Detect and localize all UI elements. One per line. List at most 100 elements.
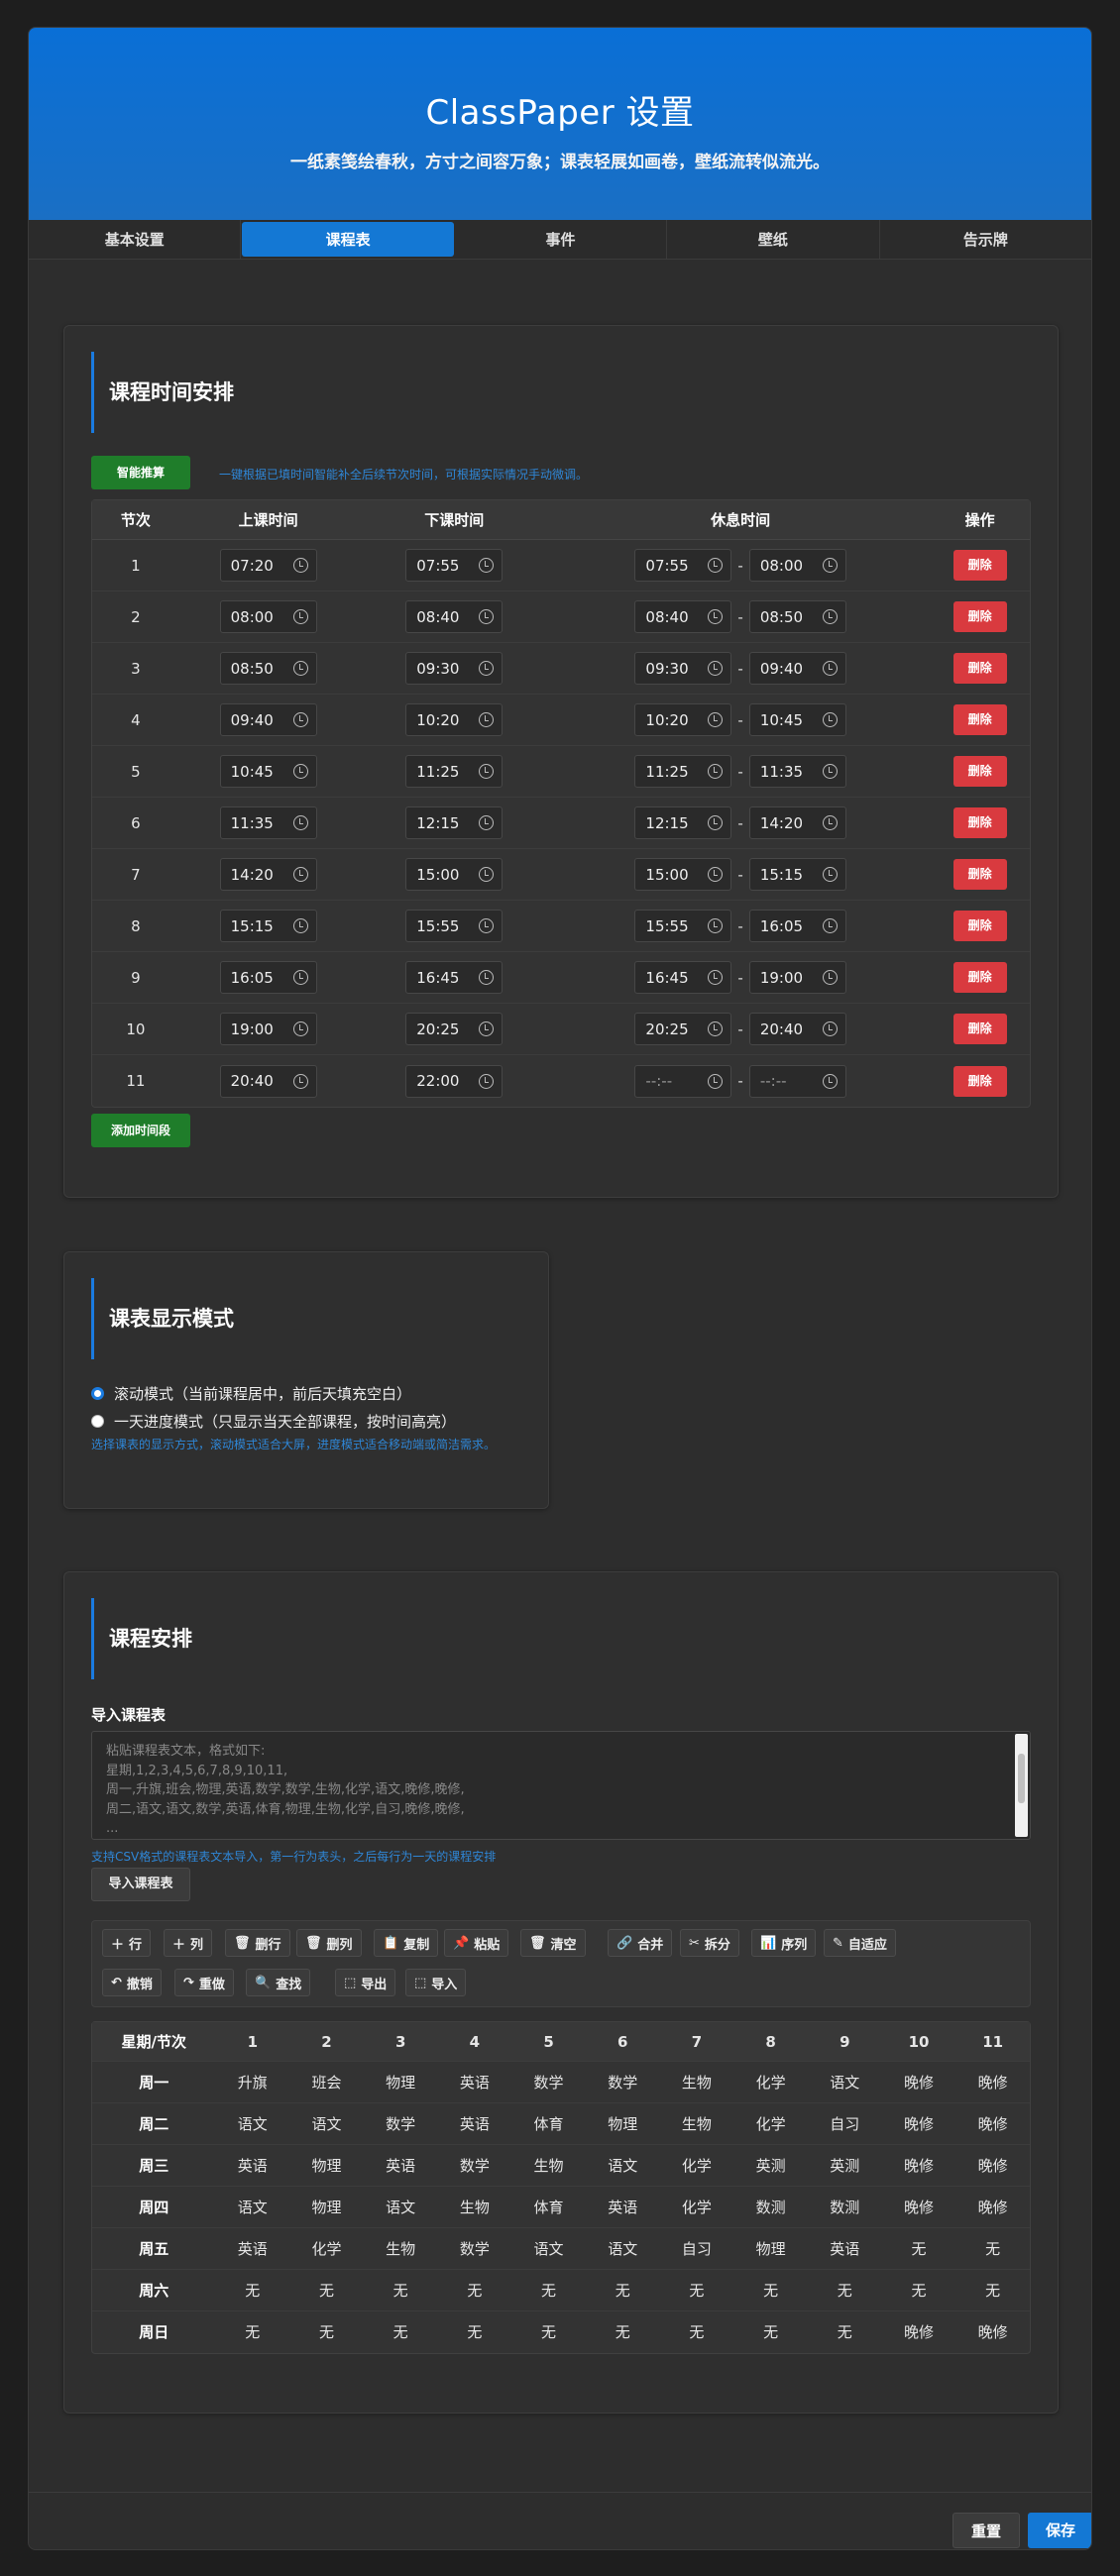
import-textarea[interactable]: 粘贴课程表文本，格式如下: 星期,1,2,3,4,5,6,7,8,9,10,11… bbox=[91, 1731, 1031, 1840]
schedule-cell[interactable]: 物理 bbox=[289, 2187, 364, 2227]
end-time-input[interactable]: 08:40 bbox=[405, 600, 504, 633]
schedule-cell[interactable]: 晚修 bbox=[955, 2187, 1030, 2227]
tab-notice-board[interactable]: 告示牌 bbox=[880, 220, 1091, 259]
schedule-cell[interactable]: 数学 bbox=[586, 2062, 660, 2102]
toolbar-button-import[interactable]: ⬚ 导入 bbox=[405, 1969, 467, 1996]
radio-button-unchecked[interactable] bbox=[91, 1415, 104, 1428]
schedule-cell[interactable]: 无 bbox=[955, 2270, 1030, 2310]
schedule-cell[interactable]: 晚修 bbox=[955, 2311, 1030, 2353]
start-time-input[interactable]: 19:00 bbox=[219, 1013, 317, 1045]
toolbar-button-scissors[interactable]: ✂ 拆分 bbox=[680, 1929, 739, 1957]
schedule-cell[interactable]: 化学 bbox=[289, 2228, 364, 2269]
schedule-cell[interactable]: 无 bbox=[660, 2311, 734, 2353]
schedule-cell[interactable]: 晚修 bbox=[882, 2187, 956, 2227]
schedule-cell[interactable]: 无 bbox=[289, 2311, 364, 2353]
schedule-cell[interactable]: 英语 bbox=[808, 2228, 882, 2269]
schedule-cell[interactable]: 体育 bbox=[511, 2103, 586, 2144]
save-button[interactable]: 保存 bbox=[1028, 2513, 1091, 2548]
delete-button[interactable]: 删除 bbox=[952, 962, 1007, 993]
import-schedule-button[interactable]: 导入课程表 bbox=[91, 1868, 190, 1901]
schedule-cell[interactable]: 无 bbox=[660, 2270, 734, 2310]
radio-scroll-mode[interactable]: 滚动模式（当前课程居中，前后天填充空白） bbox=[91, 1383, 411, 1404]
delete-button[interactable]: 删除 bbox=[952, 704, 1007, 735]
delete-button[interactable]: 删除 bbox=[952, 911, 1007, 941]
schedule-cell[interactable]: 无 bbox=[955, 2228, 1030, 2269]
schedule-cell[interactable]: 物理 bbox=[586, 2103, 660, 2144]
toolbar-button-trash[interactable]: 🗑 清空 bbox=[520, 1929, 586, 1957]
break-start-input[interactable]: 08:40 bbox=[634, 600, 732, 633]
smart-calc-button[interactable]: 智能推算 bbox=[91, 456, 190, 489]
start-time-input[interactable]: 15:15 bbox=[219, 910, 317, 942]
break-start-input[interactable]: 15:00 bbox=[634, 858, 732, 891]
break-end-input[interactable]: 16:05 bbox=[748, 910, 846, 942]
end-time-input[interactable]: 11:25 bbox=[405, 755, 504, 788]
toolbar-button-pin[interactable]: 📌 粘贴 bbox=[444, 1929, 509, 1957]
schedule-cell[interactable]: 数学 bbox=[364, 2103, 438, 2144]
end-time-input[interactable]: 10:20 bbox=[405, 703, 504, 736]
schedule-cell[interactable]: 数测 bbox=[808, 2187, 882, 2227]
schedule-cell[interactable]: 数测 bbox=[733, 2187, 808, 2227]
schedule-cell[interactable]: 晚修 bbox=[955, 2103, 1030, 2144]
start-time-input[interactable]: 10:45 bbox=[219, 755, 317, 788]
break-start-input[interactable]: 16:45 bbox=[634, 961, 732, 994]
break-start-input[interactable]: 11:25 bbox=[634, 755, 732, 788]
schedule-cell[interactable]: 化学 bbox=[733, 2062, 808, 2102]
toolbar-button-pencil[interactable]: ✎ 自适应 bbox=[824, 1929, 896, 1957]
schedule-cell[interactable]: 英语 bbox=[586, 2187, 660, 2227]
schedule-cell[interactable]: 无 bbox=[733, 2311, 808, 2353]
schedule-cell[interactable]: 语文 bbox=[586, 2228, 660, 2269]
delete-button[interactable]: 删除 bbox=[952, 756, 1007, 787]
break-start-input[interactable]: 15:55 bbox=[634, 910, 732, 942]
schedule-cell[interactable]: 无 bbox=[215, 2311, 289, 2353]
schedule-cell[interactable]: 化学 bbox=[660, 2187, 734, 2227]
break-start-input[interactable]: 12:15 bbox=[634, 806, 732, 839]
schedule-cell[interactable]: 生物 bbox=[511, 2145, 586, 2186]
break-end-input[interactable]: 08:50 bbox=[748, 600, 846, 633]
break-end-input[interactable]: 14:20 bbox=[748, 806, 846, 839]
schedule-cell[interactable]: 英测 bbox=[733, 2145, 808, 2186]
schedule-cell[interactable]: 无 bbox=[438, 2270, 512, 2310]
delete-button[interactable]: 删除 bbox=[952, 807, 1007, 838]
scrollbar-thumb[interactable] bbox=[1018, 1754, 1025, 1803]
schedule-cell[interactable]: 自习 bbox=[660, 2228, 734, 2269]
schedule-cell[interactable]: 数学 bbox=[438, 2145, 512, 2186]
delete-button[interactable]: 删除 bbox=[952, 550, 1007, 581]
break-end-input[interactable]: 15:15 bbox=[748, 858, 846, 891]
start-time-input[interactable]: 14:20 bbox=[219, 858, 317, 891]
end-time-input[interactable]: 07:55 bbox=[405, 549, 504, 582]
schedule-cell[interactable]: 晚修 bbox=[955, 2062, 1030, 2102]
tab-wallpaper[interactable]: 壁纸 bbox=[667, 220, 880, 259]
break-end-input[interactable]: --:-- bbox=[748, 1064, 846, 1098]
schedule-cell[interactable]: 生物 bbox=[438, 2187, 512, 2227]
schedule-cell[interactable]: 英语 bbox=[215, 2145, 289, 2186]
schedule-cell[interactable]: 无 bbox=[808, 2311, 882, 2353]
schedule-cell[interactable]: 语文 bbox=[289, 2103, 364, 2144]
toolbar-button-plus[interactable]: ＋列 bbox=[164, 1929, 213, 1957]
start-time-input[interactable]: 09:40 bbox=[219, 703, 317, 736]
break-end-input[interactable]: 10:45 bbox=[748, 703, 846, 736]
delete-button[interactable]: 删除 bbox=[952, 653, 1007, 684]
schedule-cell[interactable]: 英测 bbox=[808, 2145, 882, 2186]
tab-basic-settings[interactable]: 基本设置 bbox=[29, 220, 242, 259]
toolbar-button-trash[interactable]: 🗑 删列 bbox=[296, 1929, 362, 1957]
start-time-input[interactable]: 11:35 bbox=[219, 806, 317, 839]
schedule-cell[interactable]: 化学 bbox=[733, 2103, 808, 2144]
schedule-cell[interactable]: 晚修 bbox=[882, 2062, 956, 2102]
schedule-cell[interactable]: 晚修 bbox=[882, 2103, 956, 2144]
schedule-cell[interactable]: 班会 bbox=[289, 2062, 364, 2102]
end-time-input[interactable]: 15:55 bbox=[405, 910, 504, 942]
schedule-cell[interactable]: 语文 bbox=[215, 2187, 289, 2227]
schedule-cell[interactable]: 数学 bbox=[438, 2228, 512, 2269]
schedule-cell[interactable]: 生物 bbox=[660, 2062, 734, 2102]
end-time-input[interactable]: 15:00 bbox=[405, 858, 504, 891]
break-start-input[interactable]: 10:20 bbox=[634, 703, 732, 736]
toolbar-button-copy[interactable]: 📋 复制 bbox=[374, 1929, 439, 1957]
schedule-cell[interactable]: 无 bbox=[808, 2270, 882, 2310]
end-time-input[interactable]: 09:30 bbox=[405, 652, 504, 685]
break-end-input[interactable]: 11:35 bbox=[748, 755, 846, 788]
schedule-cell[interactable]: 无 bbox=[511, 2270, 586, 2310]
schedule-cell[interactable]: 无 bbox=[511, 2311, 586, 2353]
break-start-input[interactable]: 20:25 bbox=[634, 1013, 732, 1045]
delete-button[interactable]: 删除 bbox=[952, 601, 1007, 632]
reset-button[interactable]: 重置 bbox=[952, 2513, 1020, 2548]
